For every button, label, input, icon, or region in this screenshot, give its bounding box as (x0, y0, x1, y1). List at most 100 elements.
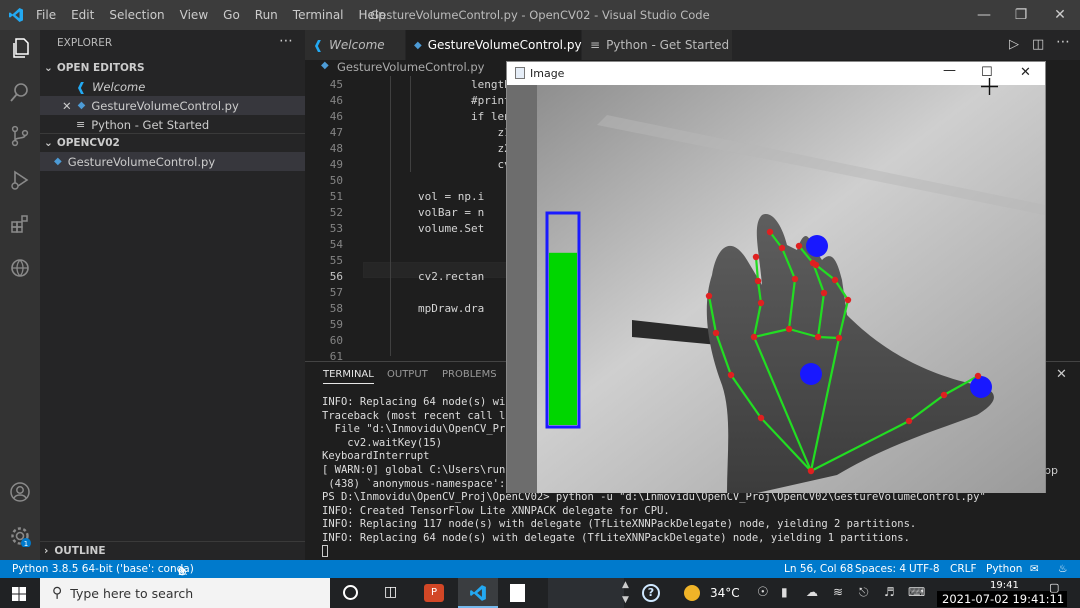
battery-icon[interactable]: ▮ (781, 585, 788, 599)
tab-problems[interactable]: PROBLEMS (442, 369, 497, 380)
run-file-icon[interactable]: ▷ (1009, 37, 1019, 52)
close-panel-icon[interactable]: ✕ (1056, 367, 1067, 382)
menu-view[interactable]: View (180, 8, 208, 22)
settings-gear-icon[interactable]: 1 (8, 524, 32, 548)
outline-section[interactable]: › OUTLINE (40, 541, 305, 560)
open-editor-gesture[interactable]: ✕ ◆ GestureVolumeControl.py (40, 96, 305, 115)
tab-get-started[interactable]: ≡ Python - Get Started (582, 30, 732, 60)
clock-time[interactable]: 19:41 (990, 580, 1019, 591)
scroll-up-icon[interactable]: ▲ (622, 580, 629, 590)
extensions-icon[interactable] (8, 212, 32, 236)
vscode-taskbar-item[interactable] (458, 578, 498, 608)
more-actions-icon[interactable]: ⋯ (1056, 34, 1070, 50)
datetime-overlay: 2021-07-02 19:41:11 (937, 591, 1067, 607)
close-icon[interactable]: ✕ (62, 99, 72, 113)
split-editor-icon[interactable]: ◫ (1032, 37, 1044, 52)
hand-landmark (750, 333, 758, 341)
code-line: length (365, 78, 511, 91)
line-number: 58 (329, 302, 343, 315)
image-window-titlebar[interactable]: Image — ☐ ✕ (507, 62, 1045, 85)
scroll-down-icon[interactable]: ▼ (622, 595, 629, 605)
breadcrumb-file[interactable]: GestureVolumeControl.py (337, 60, 484, 74)
menu-edit[interactable]: Edit (71, 8, 94, 22)
menu-file[interactable]: File (36, 8, 56, 22)
remote-explorer-icon[interactable] (8, 256, 32, 280)
source-control-icon[interactable] (8, 124, 32, 148)
wifi-icon[interactable]: ≋ (833, 585, 843, 599)
explorer-icon[interactable] (8, 36, 32, 60)
image-window-title: Image (530, 67, 565, 80)
encoding[interactable]: UTF-8 (909, 563, 940, 575)
notepad-icon[interactable] (510, 584, 525, 602)
hand-landmark (905, 417, 913, 425)
terminal-line: cv2.waitKey(15) (322, 436, 443, 449)
python-file-icon: ◆ (77, 100, 86, 111)
tab-output[interactable]: OUTPUT (387, 369, 428, 380)
more-actions-icon[interactable]: ⋯ (279, 33, 293, 49)
help-icon[interactable]: ? (642, 584, 660, 602)
open-editor-welcome[interactable]: ❰ Welcome (40, 77, 305, 96)
powerpoint-icon[interactable]: P (424, 584, 444, 602)
hand-landmark (757, 414, 765, 422)
weather-temperature[interactable]: 34°C (710, 586, 740, 600)
open-editors-section[interactable]: ⌄ OPEN EDITORS (40, 58, 305, 77)
restore-button[interactable]: ❐ (1004, 0, 1038, 30)
menu-bar: File Edit Selection View Go Run Terminal… (36, 8, 401, 22)
volume-icon[interactable]: ♬ (884, 585, 895, 599)
camera-scene (507, 85, 1045, 493)
open-editor-get-started[interactable]: ≡ Python - Get Started (40, 115, 305, 134)
code-line: volBar = n (365, 206, 485, 219)
cursor-position[interactable]: Ln 56, Col 68 (784, 563, 853, 575)
image-window[interactable]: Image — ☐ ✕ (506, 61, 1046, 493)
vscode-logo-icon (8, 7, 24, 23)
onedrive-icon[interactable]: ☁ (806, 585, 818, 599)
terminal-line: INFO: Created TensorFlow Lite XNNPACK de… (322, 504, 670, 517)
code-line: if len (365, 110, 511, 123)
feedback-icon[interactable]: ✉ (1030, 563, 1039, 575)
python-file-icon: ◆ (414, 39, 422, 51)
menu-run[interactable]: Run (255, 8, 278, 22)
search-placeholder: Type here to search (70, 585, 194, 601)
hand-landmark (712, 329, 720, 337)
taskbar-search-box[interactable]: ⚲ Type here to search (40, 578, 330, 608)
hand-landmark (795, 242, 803, 250)
task-view-icon[interactable]: ◫ (384, 584, 397, 600)
tab-terminal[interactable]: TERMINAL (323, 369, 374, 384)
line-number: 56 (329, 270, 343, 283)
line-ending[interactable]: CRLF (950, 563, 977, 575)
image-close-button[interactable]: ✕ (1020, 65, 1031, 80)
menu-selection[interactable]: Selection (109, 8, 164, 22)
windows-start-icon[interactable] (12, 587, 26, 601)
tab-welcome[interactable]: ❰ Welcome (305, 30, 405, 60)
run-debug-icon[interactable] (8, 168, 32, 192)
mouse-cursor-icon (981, 78, 998, 95)
terminal-line: INFO: Replacing 64 node(s) with delegate… (322, 532, 910, 544)
open-editor-label: GestureVolumeControl.py (91, 98, 239, 113)
menu-terminal[interactable]: Terminal (293, 8, 344, 22)
close-button[interactable]: ✕ (1043, 0, 1077, 30)
people-icon[interactable]: ☉ (757, 585, 769, 600)
notifications-bell-icon[interactable]: ♨ (1058, 563, 1067, 575)
image-minimize-button[interactable]: — (943, 63, 956, 78)
keyboard-icon[interactable]: ⌨ (908, 585, 925, 599)
tab-gesture[interactable]: ◆GestureVolumeControl.py ✕ (406, 30, 600, 60)
python-interpreter[interactable]: Python 3.8.5 64-bit ('base': conda) (12, 563, 194, 575)
project-section[interactable]: ⌄ OPENCV02 (40, 133, 305, 152)
menu-help[interactable]: Help (359, 8, 386, 22)
usb-icon[interactable]: ⎋ (859, 585, 869, 600)
account-icon[interactable] (8, 480, 32, 504)
indentation[interactable]: Spaces: 4 (855, 563, 906, 575)
language-mode[interactable]: Python (986, 563, 1022, 575)
search-icon[interactable] (8, 80, 32, 104)
code-line: cv (365, 158, 511, 171)
menu-go[interactable]: Go (223, 8, 240, 22)
editor-tabs: ❰Welcome ◆GestureVolumeControl.py ✕ ≡Pyt… (305, 30, 1080, 60)
datetime-text: 2021-07-02 19:41:11 (942, 592, 1065, 606)
minimize-button[interactable]: — (967, 0, 1001, 30)
taskbar-blank-item[interactable] (548, 578, 624, 608)
project-file-gesture[interactable]: ◆ GestureVolumeControl.py (40, 152, 305, 171)
action-center-icon[interactable]: ▢ (1049, 581, 1059, 594)
line-number: 53 (329, 222, 343, 235)
camera-feed (507, 85, 1045, 493)
cortana-icon[interactable] (343, 585, 358, 600)
